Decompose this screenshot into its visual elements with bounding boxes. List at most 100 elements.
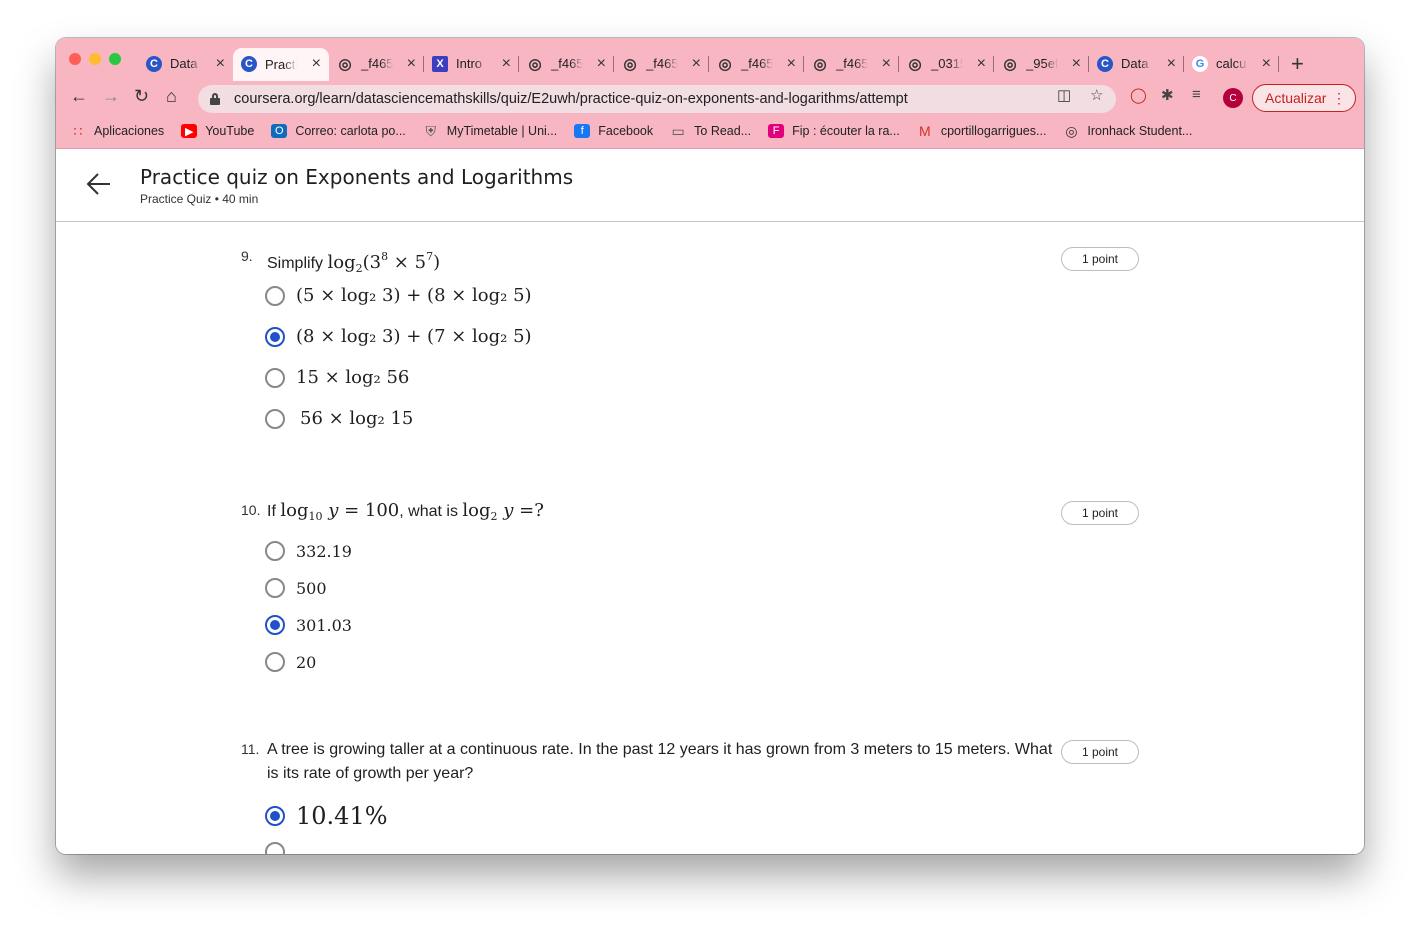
browser-tab[interactable]: ◎ _0315 ×: [899, 47, 994, 80]
option-label: 15 × log₂ 56: [296, 367, 410, 388]
bookmark-item[interactable]: Mcportillogarrigues...: [917, 123, 1046, 139]
extensions-puzzle-icon[interactable]: ✱: [1161, 86, 1174, 104]
browser-tab[interactable]: X Intro ×: [424, 47, 519, 80]
option-10c[interactable]: 301.03: [265, 615, 352, 635]
question-formula-asked: log2 y =?: [462, 500, 544, 523]
browser-tab[interactable]: ◎ _95ef ×: [994, 47, 1089, 80]
radio-button[interactable]: [265, 652, 285, 672]
close-window-button[interactable]: [69, 53, 81, 65]
tab-title: _0315: [931, 56, 963, 71]
profile-avatar[interactable]: C: [1223, 88, 1243, 108]
question-number: 11.: [241, 741, 260, 757]
close-tab-icon[interactable]: ×: [312, 56, 321, 72]
browser-tab[interactable]: C Practi ×: [233, 47, 329, 81]
more-menu-icon[interactable]: ⋮: [1332, 90, 1346, 107]
option-9d[interactable]: 56 × log₂ 15: [265, 408, 413, 429]
option-9a[interactable]: (5 × log₂ 3) + (8 × log₂ 5): [265, 285, 532, 306]
radio-button[interactable]: [265, 408, 285, 429]
bookmark-item[interactable]: F Fip : écouter la ra...: [768, 124, 900, 138]
bookmark-label: Aplicaciones: [94, 124, 165, 138]
tab-title: calcu: [1216, 56, 1247, 71]
points-badge: 1 point: [1061, 247, 1139, 271]
option-9b[interactable]: (8 × log₂ 3) + (7 × log₂ 5): [265, 326, 532, 347]
window-controls: [69, 53, 121, 65]
bookmark-item[interactable]: ∷ Aplicaciones: [70, 122, 165, 139]
google-icon: G: [1192, 55, 1208, 72]
tab-title: Data: [1121, 56, 1149, 71]
close-tab-icon[interactable]: ×: [787, 55, 796, 72]
option-10b[interactable]: 500: [265, 578, 327, 598]
option-11a[interactable]: 10.41%: [265, 802, 388, 830]
globe-icon: ◎: [718, 55, 732, 73]
extension-opera-icon[interactable]: ◯: [1130, 86, 1147, 104]
radio-button-selected[interactable]: [265, 615, 285, 635]
close-tab-icon[interactable]: ×: [882, 55, 891, 72]
browser-tab[interactable]: ◎ _f465 ×: [519, 47, 614, 80]
option-9c[interactable]: 15 × log₂ 56: [265, 367, 409, 388]
tab-title: Practi: [265, 56, 297, 72]
option-label: 20: [296, 652, 317, 672]
bookmark-item[interactable]: O Correo: carlota po...: [271, 124, 406, 138]
option-label: 301.03: [296, 615, 352, 635]
close-tab-icon[interactable]: ×: [407, 55, 416, 72]
option-10a[interactable]: 332.19: [265, 541, 352, 561]
bookmark-item[interactable]: ⛨ MyTimetable | Uni...: [423, 123, 558, 139]
close-tab-icon[interactable]: ×: [1262, 55, 1271, 72]
tab-separator: [1278, 56, 1279, 72]
back-arrow-icon[interactable]: [84, 169, 114, 199]
bookmark-item[interactable]: f Facebook: [574, 124, 653, 138]
close-tab-icon[interactable]: ×: [597, 55, 606, 72]
points-badge: 1 point: [1061, 501, 1139, 525]
close-tab-icon[interactable]: ×: [502, 55, 511, 72]
option-10d[interactable]: 20: [265, 652, 316, 672]
home-icon[interactable]: ⌂: [166, 86, 177, 107]
page-content: Practice quiz on Exponents and Logarithm…: [56, 149, 1364, 854]
globe-icon: ◎: [908, 55, 922, 73]
reload-icon[interactable]: ↻: [134, 86, 149, 107]
maximize-window-button[interactable]: [109, 53, 121, 65]
browser-tab[interactable]: ◎ _f465 ×: [804, 47, 899, 80]
option-11b[interactable]: [265, 842, 285, 854]
translate-icon[interactable]: ◫: [1057, 86, 1071, 104]
reading-list-icon[interactable]: ≡: [1192, 86, 1201, 103]
browser-tab[interactable]: C Data S ×: [138, 47, 233, 80]
close-tab-icon[interactable]: ×: [216, 55, 225, 72]
radio-button[interactable]: [265, 285, 285, 306]
close-tab-icon[interactable]: ×: [1072, 55, 1081, 72]
question-text: If log10 y = 100, what is log2 y =?: [267, 499, 1057, 529]
address-bar[interactable]: coursera.org/learn/datasciencemathskills…: [198, 85, 1116, 113]
browser-tab[interactable]: Gcalcu ×: [1184, 47, 1279, 80]
bookmark-label: Ironhack Student...: [1087, 124, 1193, 138]
forward-arrow-icon[interactable]: →: [102, 86, 120, 107]
new-tab-plus-icon[interactable]: +: [1291, 52, 1304, 75]
browser-toolbar: ← → ↻ ⌂ coursera.org/learn/datasciencema…: [56, 82, 1364, 114]
x-logo-icon: X: [432, 55, 448, 72]
bookmark-star-icon[interactable]: ☆: [1090, 86, 1103, 104]
coursera-icon: C: [241, 56, 257, 72]
radio-button-selected[interactable]: [265, 326, 285, 347]
browser-tab[interactable]: ◎ _f465 ×: [614, 47, 709, 80]
browser-tab[interactable]: ◎ _f465 ×: [329, 47, 424, 80]
question-11: 11. A tree is growing taller at a contin…: [241, 738, 1141, 854]
option-label: 56 × log₂ 15: [300, 408, 414, 429]
radio-button[interactable]: [265, 367, 285, 388]
browser-tab[interactable]: ◎ _f465 ×: [709, 47, 804, 80]
close-tab-icon[interactable]: ×: [692, 55, 701, 72]
radio-button[interactable]: [265, 578, 285, 598]
radio-button-selected[interactable]: [265, 806, 285, 826]
bookmark-item[interactable]: ▶ YouTube: [181, 124, 254, 138]
globe-icon: ◎: [528, 55, 542, 73]
close-tab-icon[interactable]: ×: [977, 55, 986, 72]
browser-tab[interactable]: C Data ×: [1089, 47, 1184, 80]
bookmark-item[interactable]: ▭ To Read...: [670, 123, 752, 139]
radio-button[interactable]: [265, 541, 285, 561]
url-text: coursera.org/learn/datasciencemathskills…: [234, 91, 908, 107]
apps-grid-icon: ∷: [73, 122, 83, 139]
close-tab-icon[interactable]: ×: [1167, 55, 1176, 72]
update-button[interactable]: Actualizar ⋮: [1252, 84, 1356, 112]
radio-button[interactable]: [265, 842, 285, 854]
bookmark-item[interactable]: ◎ Ironhack Student...: [1063, 123, 1193, 139]
back-arrow-icon[interactable]: ←: [70, 86, 88, 107]
globe-icon: ◎: [338, 55, 352, 73]
minimize-window-button[interactable]: [89, 53, 101, 65]
